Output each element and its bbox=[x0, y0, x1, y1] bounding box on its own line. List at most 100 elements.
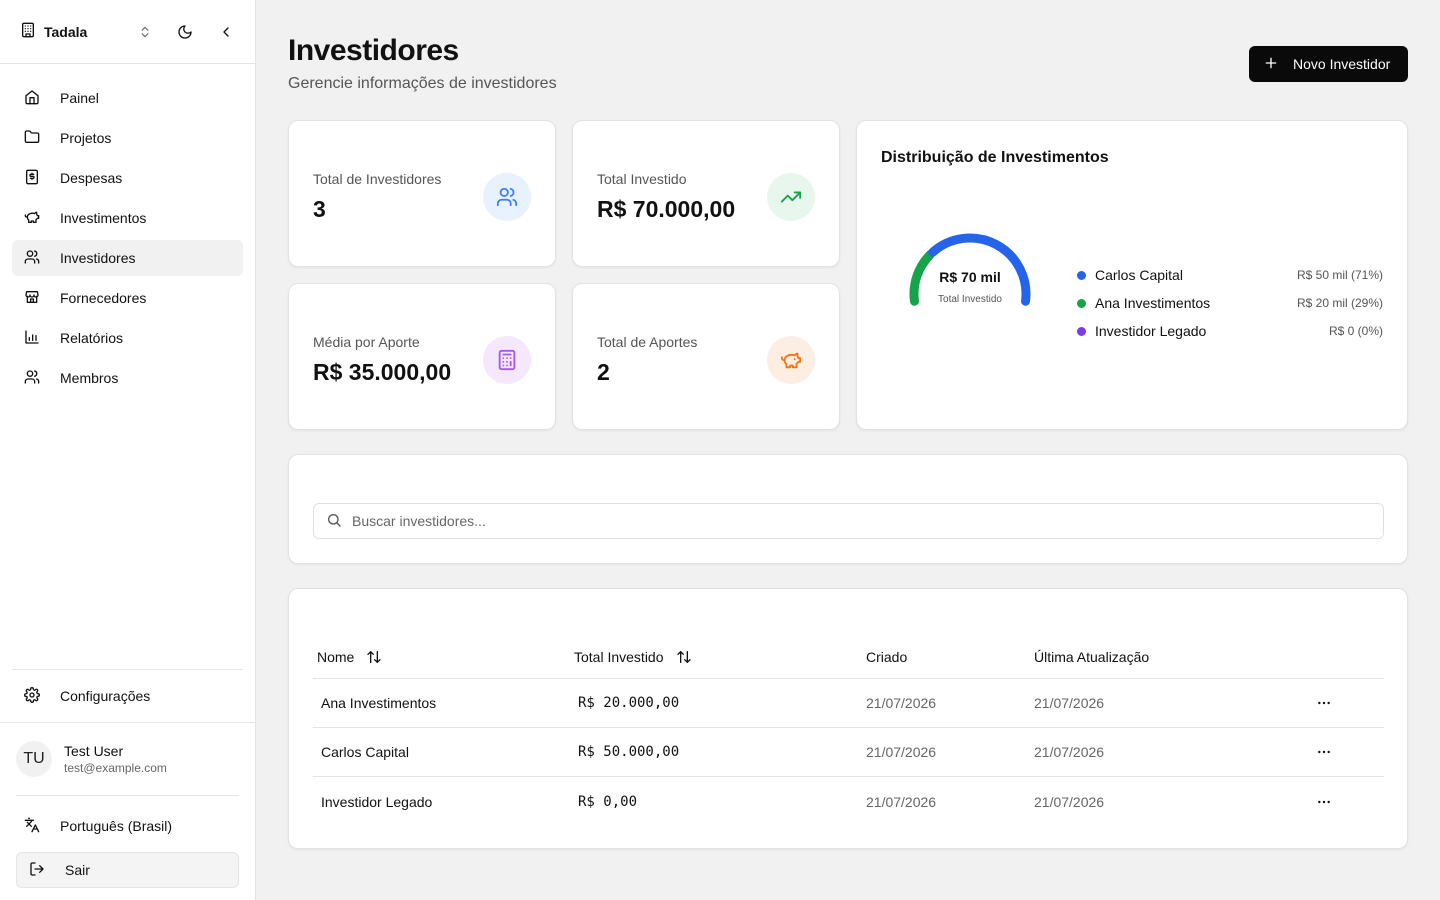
user-section: TU Test User test@example.com Português … bbox=[0, 722, 255, 888]
sidebar-footer: Configurações TU Test User test@example.… bbox=[0, 669, 255, 888]
sidebar-header: Tadala bbox=[0, 0, 255, 64]
column-header-total: Total Investido bbox=[574, 649, 866, 665]
search-card: Buscar investidores... bbox=[288, 454, 1408, 564]
distribution-legend: Carlos Capital R$ 50 mil (71%) Ana Inves… bbox=[1077, 261, 1383, 345]
language-selector[interactable]: Português (Brasil) bbox=[16, 804, 239, 848]
cell-updated: 21/07/2026 bbox=[1034, 744, 1105, 760]
column-header-created: Criado bbox=[866, 648, 908, 665]
cell-created: 21/07/2026 bbox=[866, 793, 937, 810]
new-investor-button[interactable]: Novo Investidor bbox=[1249, 46, 1408, 82]
sidebar-item-fornecedores[interactable]: Fornecedores bbox=[12, 280, 243, 316]
cell-name: Ana Investimentos bbox=[321, 695, 437, 711]
sidebar-item-label: Investidores bbox=[60, 250, 136, 266]
sidebar-item-despesas[interactable]: Despesas bbox=[12, 160, 243, 196]
legend-value: R$ 20 mil (29%) bbox=[1296, 296, 1383, 310]
stat-value: 2 bbox=[597, 359, 610, 385]
sidebar-item-label: Investimentos bbox=[60, 210, 147, 226]
sidebar-item-label: Fornecedores bbox=[60, 290, 147, 306]
sort-icon[interactable] bbox=[366, 649, 382, 665]
gear-icon bbox=[24, 686, 40, 706]
org-switcher[interactable]: Tadala bbox=[20, 22, 135, 41]
stat-card-total-contributions: Total de Aportes 2 bbox=[572, 283, 840, 430]
cell-name: Carlos Capital bbox=[321, 744, 409, 760]
collapse-sidebar-icon[interactable] bbox=[216, 22, 235, 42]
legend-dot bbox=[1077, 326, 1086, 336]
legend-name: Carlos Capital bbox=[1095, 267, 1183, 283]
cell-name: Investidor Legado bbox=[321, 793, 433, 810]
legend-item: Ana Investimentos R$ 20 mil (29%) bbox=[1077, 289, 1383, 317]
languages-icon bbox=[24, 817, 40, 836]
receipt-icon bbox=[24, 169, 40, 188]
sidebar-item-investimentos[interactable]: Investimentos bbox=[12, 200, 243, 236]
table-row[interactable]: Ana Investimentos R$ 20.000,00 21/07/202… bbox=[313, 679, 1384, 728]
user-profile[interactable]: TU Test User test@example.com bbox=[16, 739, 239, 779]
column-label: Total Investido bbox=[574, 648, 664, 665]
moon-icon[interactable] bbox=[176, 22, 195, 42]
users-icon bbox=[24, 249, 40, 268]
gauge-center-value: R$ 70 mil bbox=[939, 269, 1001, 285]
sort-icon[interactable] bbox=[676, 649, 692, 665]
sidebar-nav: Painel Projetos Despesas Investimentos I… bbox=[0, 64, 255, 416]
cell-updated: 21/07/2026 bbox=[1034, 695, 1105, 711]
table-row[interactable]: Carlos Capital R$ 50.000,00 21/07/2026 2… bbox=[313, 728, 1384, 777]
investors-table-card: Nome Total Investido Criado Última Atual… bbox=[288, 588, 1408, 849]
plus-icon bbox=[1263, 55, 1279, 74]
user-email: test@example.com bbox=[64, 761, 167, 775]
legend-value: R$ 0 (0%) bbox=[1328, 324, 1383, 338]
stat-card-average-contribution: Média por Aporte R$ 35.000,00 bbox=[288, 283, 556, 430]
stat-card-total-investors: Total de Investidores 3 bbox=[288, 120, 556, 267]
calculator-icon bbox=[483, 336, 531, 384]
org-name: Tadala bbox=[44, 23, 88, 40]
gauge-center-label: Total Investido bbox=[938, 294, 1002, 305]
trending-up-icon bbox=[767, 173, 815, 221]
column-header-updated: Última Atualização bbox=[1034, 648, 1150, 665]
investors-table: Nome Total Investido Criado Última Atual… bbox=[313, 635, 1384, 826]
stat-label: Média por Aporte bbox=[313, 334, 420, 350]
more-horizontal-icon[interactable] bbox=[1304, 744, 1344, 760]
divider bbox=[12, 669, 243, 670]
logout-label: Sair bbox=[65, 862, 90, 878]
sidebar-item-configuracoes[interactable]: Configurações bbox=[12, 678, 243, 714]
distribution-title: Distribuição de Investimentos bbox=[881, 149, 1109, 166]
piggy-bank-icon bbox=[767, 336, 815, 384]
stat-card-total-invested: Total Investido R$ 70.000,00 bbox=[572, 120, 840, 267]
user-name: Test User bbox=[64, 743, 124, 759]
users-icon bbox=[483, 173, 531, 221]
sidebar-item-label: Projetos bbox=[60, 130, 112, 146]
more-horizontal-icon[interactable] bbox=[1304, 695, 1344, 711]
store-icon bbox=[24, 289, 40, 308]
cell-total: R$ 20.000,00 bbox=[578, 695, 680, 711]
bar-chart-icon bbox=[24, 329, 40, 348]
stat-value: R$ 35.000,00 bbox=[313, 359, 452, 385]
legend-dot bbox=[1077, 298, 1086, 308]
table-row[interactable]: Investidor Legado R$ 0,00 21/07/2026 21/… bbox=[313, 777, 1384, 826]
stat-value: 3 bbox=[313, 196, 326, 222]
sidebar-item-investidores[interactable]: Investidores bbox=[12, 240, 243, 276]
sidebar-item-membros[interactable]: Membros bbox=[12, 360, 243, 396]
home-icon bbox=[24, 89, 40, 108]
cell-updated: 21/07/2026 bbox=[1034, 793, 1105, 810]
user-info: Test User test@example.com bbox=[64, 743, 167, 775]
cell-created: 21/07/2026 bbox=[866, 695, 937, 711]
distribution-card: Distribuição de Investimentos R$ 70 mil … bbox=[856, 120, 1408, 430]
sidebar-item-label: Relatórios bbox=[60, 330, 124, 346]
sidebar-item-relatorios[interactable]: Relatórios bbox=[12, 320, 243, 356]
more-horizontal-icon[interactable] bbox=[1304, 794, 1344, 810]
folder-icon bbox=[24, 129, 40, 148]
search-input[interactable]: Buscar investidores... bbox=[313, 503, 1384, 539]
legend-dot bbox=[1077, 270, 1086, 280]
piggy-bank-icon bbox=[24, 209, 40, 228]
stat-label: Total Investido bbox=[597, 171, 687, 187]
sidebar-item-painel[interactable]: Painel bbox=[12, 80, 243, 116]
chevrons-up-down-icon[interactable] bbox=[135, 22, 154, 42]
sidebar-item-label: Configurações bbox=[60, 688, 151, 704]
page-title: Investidores bbox=[288, 34, 459, 67]
cell-total: R$ 50.000,00 bbox=[578, 744, 680, 760]
cell-total: R$ 0,00 bbox=[578, 793, 638, 810]
language-label: Português (Brasil) bbox=[60, 818, 173, 834]
sidebar-item-label: Painel bbox=[60, 90, 99, 106]
users-icon bbox=[24, 369, 40, 388]
logout-button[interactable]: Sair bbox=[16, 852, 239, 888]
legend-name: Investidor Legado bbox=[1095, 323, 1207, 339]
sidebar-item-projetos[interactable]: Projetos bbox=[12, 120, 243, 156]
